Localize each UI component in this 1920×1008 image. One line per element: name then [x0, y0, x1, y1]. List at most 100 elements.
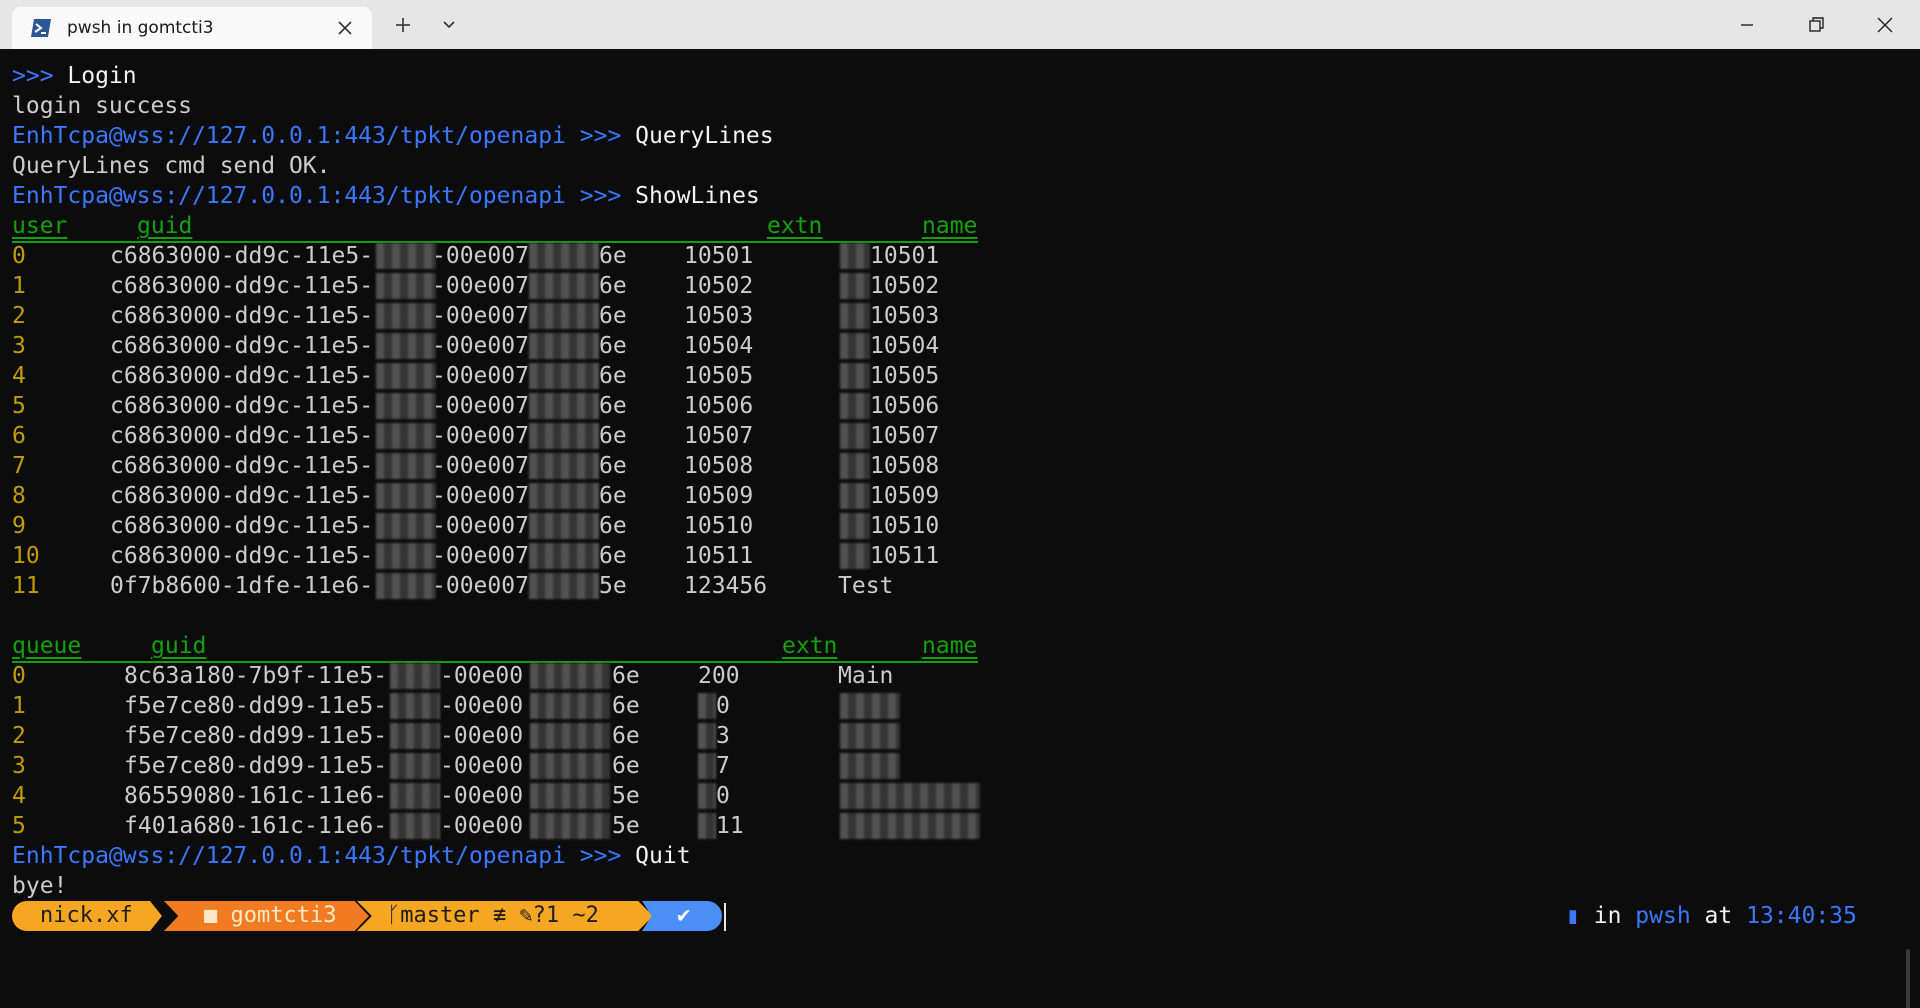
row-index: 4	[12, 363, 26, 389]
output-line: EnhTcpa@wss://127.0.0.1:443/tpkt/openapi…	[12, 181, 760, 211]
git-branch: master	[400, 903, 480, 928]
guid-part: c6863000-dd9c-11e5-	[110, 543, 374, 569]
extn-cell: 0	[716, 693, 730, 719]
redacted-block	[840, 393, 870, 419]
row-index: 5	[12, 813, 26, 839]
command-text: Login	[67, 63, 137, 89]
tab-pwsh[interactable]: pwsh in gomtcti3	[12, 7, 372, 49]
column-header-queue: queue	[12, 633, 82, 659]
host-url: EnhTcpa@wss://127.0.0.1:443/tpkt/openapi	[12, 123, 566, 149]
name-cell: 10510	[870, 513, 940, 539]
name-cell: 10509	[870, 483, 940, 509]
redacted-block	[840, 303, 870, 329]
user-table-header: user guid extn name	[12, 211, 978, 243]
window-titlebar: pwsh in gomtcti3	[0, 0, 1920, 49]
guid-part: -00e007	[432, 393, 529, 419]
guid-part: c6863000-dd9c-11e5-	[110, 483, 374, 509]
extn-cell: 10511	[684, 543, 754, 569]
tab-dropdown-icon[interactable]	[434, 10, 464, 40]
redacted-block	[390, 813, 440, 839]
redacted-block	[390, 663, 440, 689]
guid-part: f5e7ce80-dd99-11e5-	[124, 693, 388, 719]
redacted-block	[376, 513, 436, 539]
table-row: 10 c6863000-dd9c-11e5- -00e007 6e 10511 10511	[12, 541, 978, 571]
extn-cell: 10505	[684, 363, 754, 389]
name-cell: 10511	[870, 543, 940, 569]
guid-part: -00e007	[432, 273, 529, 299]
right-prompt-at: at	[1704, 903, 1733, 929]
row-index: 3	[12, 753, 26, 779]
table-row: 4 c6863000-dd9c-11e5- -00e007 6e 10505 10505	[12, 361, 978, 391]
redacted-block	[529, 423, 599, 449]
queue-table-header: queue guid extn name	[12, 631, 978, 663]
extn-cell: 0	[716, 783, 730, 809]
name-cell: 10502	[870, 273, 940, 299]
close-window-icon[interactable]	[1870, 10, 1900, 40]
redacted-block	[376, 273, 436, 299]
row-index: 8	[12, 483, 26, 509]
redacted-block	[529, 273, 599, 299]
output-line: EnhTcpa@wss://127.0.0.1:443/tpkt/openapi…	[12, 121, 774, 151]
redacted-block	[698, 813, 716, 839]
redacted-block	[840, 333, 870, 359]
terminal-output[interactable]: >>> Login login success EnhTcpa@wss://12…	[0, 49, 1920, 1008]
guid-part: 6e	[599, 453, 627, 479]
checkmark-icon: ✔	[677, 903, 691, 928]
output-line: bye!	[12, 873, 68, 899]
table-row: 2 f5e7ce80-dd99-11e5- -00e00 6e 3	[12, 721, 978, 751]
guid-part: -00e007	[432, 423, 529, 449]
redacted-block	[530, 813, 610, 839]
redacted-block	[698, 693, 716, 719]
guid-part: f5e7ce80-dd99-11e5-	[124, 723, 388, 749]
column-header-guid: guid	[137, 213, 193, 239]
redacted-block	[376, 423, 436, 449]
extn-cell: 10502	[684, 273, 754, 299]
scrollbar[interactable]	[1906, 949, 1910, 1008]
prompt-user: nick.xf	[40, 903, 133, 928]
prompt-user-segment: nick.xf	[12, 901, 162, 931]
guid-part: -00e00	[440, 813, 524, 839]
redacted-block	[840, 243, 870, 269]
redacted-block	[376, 393, 436, 419]
guid-part: c6863000-dd9c-11e5-	[110, 423, 374, 449]
column-header-extn: extn	[782, 633, 838, 659]
column-header-extn: extn	[767, 213, 823, 239]
close-tab-icon[interactable]	[332, 15, 358, 41]
guid-part: 6e	[612, 723, 640, 749]
name-cell: 10505	[870, 363, 940, 389]
guid-part: -00e00	[440, 723, 524, 749]
guid-part: 6e	[599, 333, 627, 359]
row-index: 0	[12, 243, 26, 269]
queue-table: queue guid extn name 0 8c63a180-7b9f-11e5…	[0, 631, 1000, 841]
maximize-icon[interactable]	[1801, 10, 1831, 40]
folder-icon: ■	[204, 903, 218, 928]
guid-part: 6e	[599, 423, 627, 449]
redacted-block	[390, 783, 440, 809]
guid-part: -00e00	[440, 663, 524, 689]
prompt-arrows: >>>	[579, 183, 622, 209]
table-row: 2 c6863000-dd9c-11e5- -00e007 6e 10503 10503	[12, 301, 978, 331]
redacted-block	[529, 333, 599, 359]
output-line: QueryLines cmd send OK.	[12, 153, 331, 179]
redacted-block	[840, 513, 870, 539]
user-table: user guid extn name 0 c6863000-dd9c-11e5-…	[0, 211, 1000, 601]
redacted-block	[529, 543, 599, 569]
minimize-icon[interactable]	[1732, 10, 1762, 40]
guid-part: c6863000-dd9c-11e5-	[110, 243, 374, 269]
row-index: 1	[12, 693, 26, 719]
text-cursor	[724, 903, 726, 931]
new-tab-icon[interactable]	[388, 10, 418, 40]
extn-cell: 123456	[684, 573, 768, 599]
redacted-block	[390, 753, 440, 779]
guid-part: -00e007	[432, 573, 529, 599]
redacted-block	[376, 483, 436, 509]
guid-part: 5e	[612, 783, 640, 809]
prompt-arrows: >>>	[579, 123, 622, 149]
right-prompt-time: 13:40:35	[1746, 903, 1857, 929]
guid-part: c6863000-dd9c-11e5-	[110, 303, 374, 329]
row-index: 2	[12, 723, 26, 749]
redacted-block	[376, 363, 436, 389]
guid-part: f401a680-161c-11e6-	[124, 813, 388, 839]
guid-part: c6863000-dd9c-11e5-	[110, 363, 374, 389]
redacted-block	[529, 513, 599, 539]
